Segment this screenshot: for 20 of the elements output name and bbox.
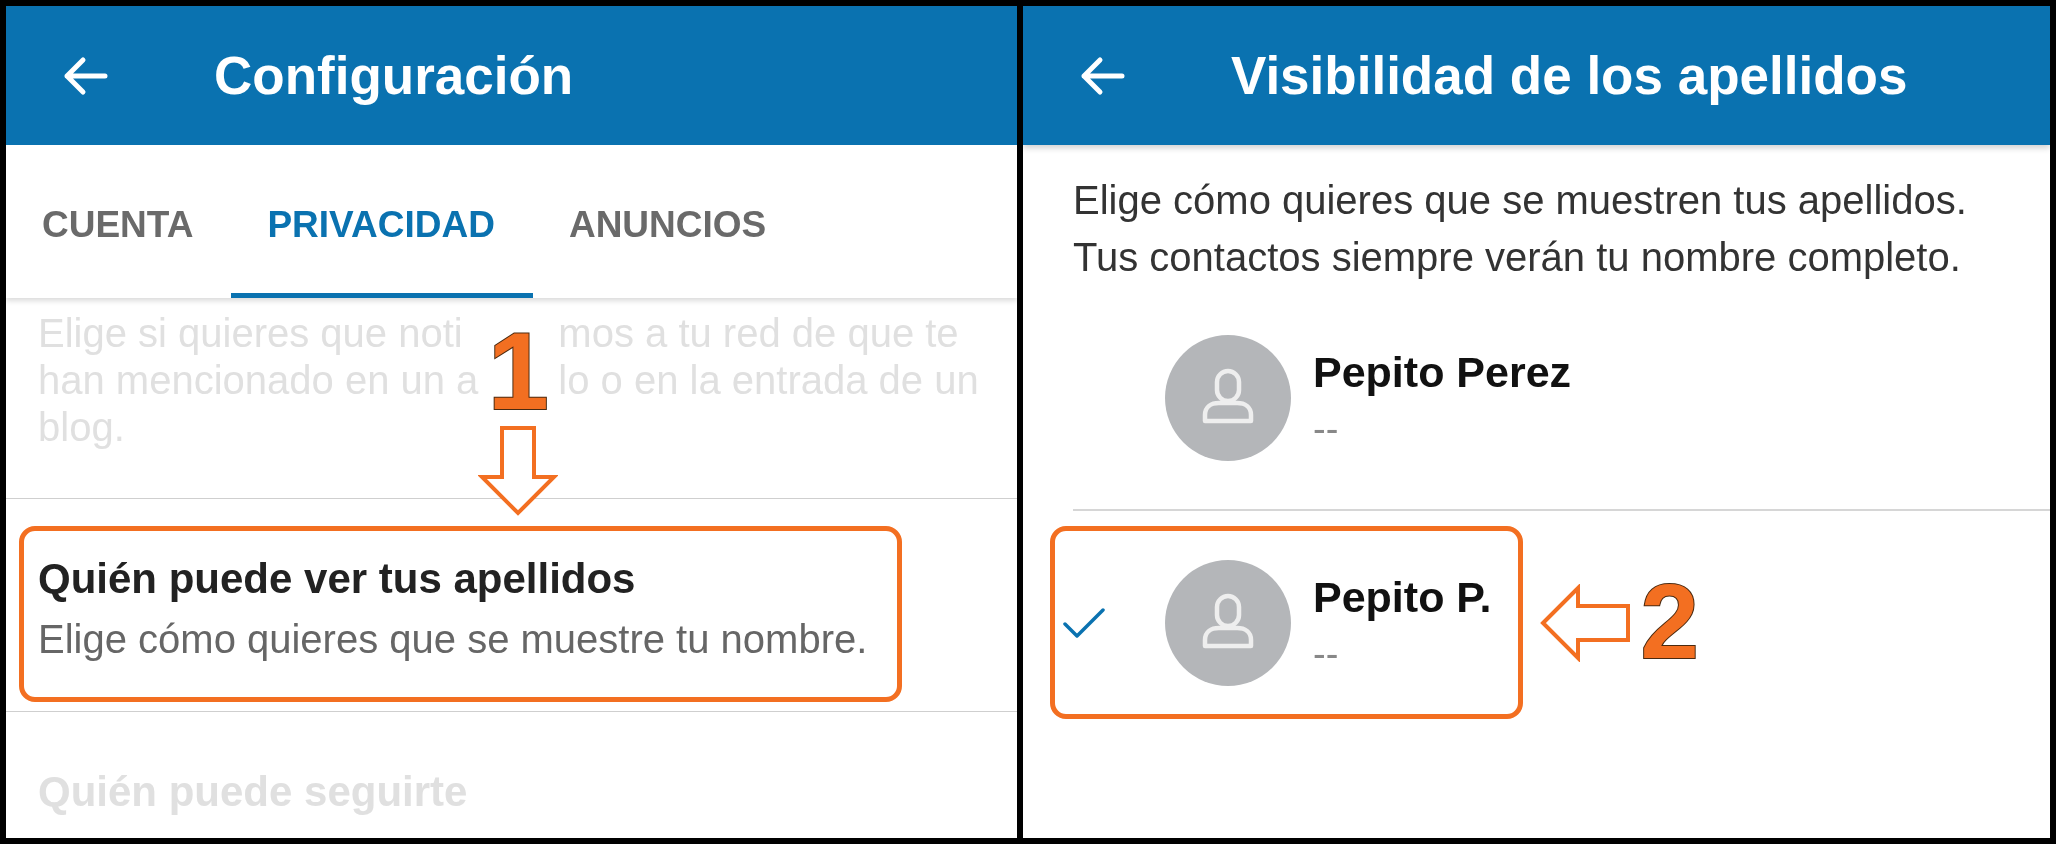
back-arrow-icon[interactable] (1079, 55, 1125, 96)
left-arrow-icon (1540, 583, 1633, 662)
step-number: 1 (487, 321, 549, 420)
screen-title: Visibilidad de los apellidos (1231, 45, 1908, 106)
contact-detail: -- (1313, 409, 1339, 449)
tab[interactable]: ANUNCIOS (532, 145, 805, 298)
contact-detail: -- (1313, 634, 1339, 674)
tab[interactable]: PRIVACIDAD (231, 145, 533, 298)
down-arrow-icon (478, 425, 559, 517)
avatar-icon (1165, 335, 1291, 461)
contact-name[interactable]: Pepito Perez (1313, 347, 1572, 397)
setting-description: Elige cómo quieres que se muestre tu nombre. (38, 616, 868, 663)
screen-title: Configuración (214, 45, 574, 106)
back-arrow-icon[interactable] (62, 55, 108, 96)
avatar-icon (1165, 560, 1291, 686)
contact-name[interactable]: Pepito P. (1313, 572, 1492, 622)
description-text: Elige cómo quieres que se muestren tus apellidos. Tus contactos siempre verán tu nombre completo. (1072, 177, 1968, 281)
step-number: 2 (1640, 575, 1699, 670)
tab[interactable]: CUENTA (6, 145, 232, 298)
setting-title[interactable]: Quién puede ver tus apellidos (38, 554, 636, 604)
